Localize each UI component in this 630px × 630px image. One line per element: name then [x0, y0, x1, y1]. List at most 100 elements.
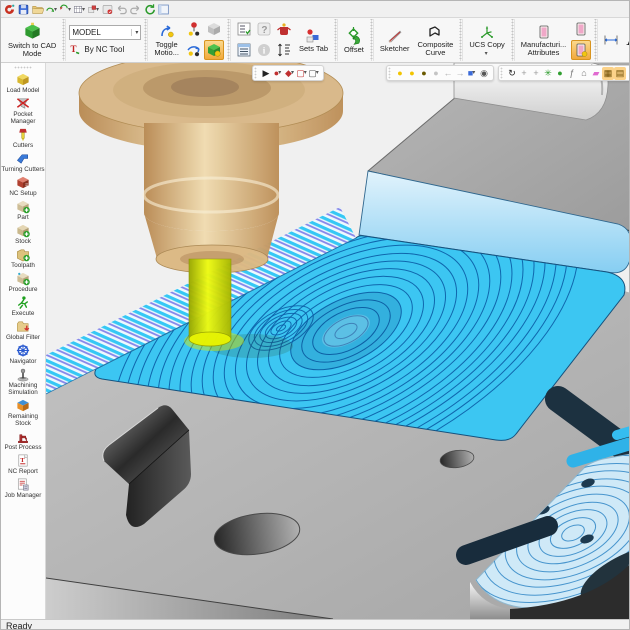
- vt-button-sim-globe[interactable]: ●: [554, 67, 566, 80]
- sidebar-item-toolpath[interactable]: Toolpath: [1, 246, 45, 270]
- vt-button-sim-feature[interactable]: ƒ: [566, 67, 578, 80]
- render-on-button[interactable]: [203, 40, 224, 60]
- menu-wireframe[interactable]: [218, 8, 228, 10]
- dropdown-caret-icon[interactable]: ▾: [82, 6, 85, 13]
- vt-button-select-lasso[interactable]: ◆ ▾: [284, 67, 296, 80]
- help-button[interactable]: ?: [254, 19, 274, 39]
- menu-view[interactable]: [208, 8, 218, 10]
- qat-button-workspace[interactable]: ▾: [87, 3, 100, 16]
- sidebar-item-stock[interactable]: Stock: [1, 222, 45, 246]
- qat-button-reload[interactable]: [143, 3, 156, 16]
- sidebar-item-post-process[interactable]: Post Process: [1, 428, 45, 452]
- vt-button-sim-stock-view[interactable]: ▦: [602, 66, 614, 80]
- attribute-plain-button[interactable]: [571, 19, 591, 39]
- vt-button-light-dim[interactable]: ●: [418, 67, 430, 80]
- switch-to-cad-mode-button[interactable]: Switch to CAD Mode: [5, 20, 59, 60]
- vt-button-sim-gray[interactable]: ●: [626, 67, 629, 80]
- offset-button[interactable]: Offset: [341, 24, 367, 56]
- vt-button-select-cursor[interactable]: ▶: [260, 67, 272, 80]
- toolbar-grip[interactable]: [254, 67, 258, 79]
- attribute-lamp-button[interactable]: [571, 40, 592, 60]
- dropdown-caret-icon[interactable]: ▾: [54, 6, 57, 13]
- viewport-3d-scene[interactable]: [46, 63, 629, 619]
- dropdown-caret-icon[interactable]: ▾: [291, 67, 294, 79]
- vt-button-select-box[interactable]: ▢ ▾: [308, 67, 320, 80]
- dropdown-caret-icon[interactable]: ▾: [96, 6, 99, 13]
- qat-button-view-grid[interactable]: ▾: [73, 3, 86, 16]
- vt-button-select-window[interactable]: ▢ ▾: [296, 67, 308, 80]
- menu-nc-process[interactable]: [238, 8, 248, 10]
- toggle-motion-button[interactable]: Toggle Motio...: [151, 22, 182, 59]
- 3d-viewport[interactable]: ▶●▾◆▾▢▾▢▾ ●●●●←→■▾◉ ↻++✳●ƒ⌂▰▦▤●✕▾: [46, 63, 629, 619]
- motion-lamps-button[interactable]: [184, 40, 204, 60]
- operation-list-button[interactable]: [234, 40, 254, 60]
- sidebar-item-procedure[interactable]: Procedure: [1, 270, 45, 294]
- vt-button-view-prev[interactable]: ←: [442, 67, 454, 80]
- dimension-rulers-button[interactable]: [274, 40, 294, 60]
- vt-button-view-cube[interactable]: ■ ▾: [466, 67, 478, 80]
- text-annotation-button[interactable]: A: [623, 28, 629, 52]
- menu-tools[interactable]: [258, 8, 268, 10]
- sidebar-item-pocket-manager[interactable]: Pocket Manager: [1, 95, 45, 126]
- menu-window[interactable]: [288, 8, 298, 10]
- vt-button-view-next[interactable]: →: [454, 67, 466, 80]
- sidebar-item-global-filter[interactable]: Global Filter: [1, 318, 45, 342]
- sidebar-item-load-model[interactable]: Load Model: [1, 71, 45, 95]
- qat-button-window-layout[interactable]: [157, 3, 170, 16]
- vt-button-sim-tool-green[interactable]: ✳: [542, 67, 554, 80]
- dimension-line-button[interactable]: [601, 30, 621, 50]
- sidebar-item-part[interactable]: Part: [1, 198, 45, 222]
- dropdown-caret-icon[interactable]: ▾: [316, 67, 319, 79]
- menu-nc-edit[interactable]: [198, 8, 208, 10]
- vt-button-light-on-1[interactable]: ●: [394, 67, 406, 80]
- by-nc-tool-button[interactable]: T By NC Tool: [69, 43, 124, 55]
- ucs-dropdown-icon[interactable]: ▾: [485, 50, 488, 57]
- menu-edit[interactable]: [188, 8, 198, 10]
- dropdown-caret-icon[interactable]: ▾: [472, 67, 475, 79]
- process-list-button[interactable]: [234, 19, 254, 39]
- model-selector[interactable]: MODEL ▾: [69, 25, 142, 40]
- dropdown-caret-icon[interactable]: ▾: [278, 67, 281, 79]
- vt-button-sim-rotate[interactable]: ↻: [506, 67, 518, 80]
- ucs-copy-button[interactable]: UCS Copy ▾: [466, 22, 507, 59]
- qat-button-options[interactable]: [101, 3, 114, 16]
- vt-button-ghost-view[interactable]: ●: [430, 67, 442, 80]
- pin-lamp-button[interactable]: [184, 19, 204, 39]
- dropdown-caret-icon[interactable]: ▾: [304, 67, 307, 79]
- vt-button-sim-axis-2[interactable]: +: [530, 67, 542, 80]
- menu-faces[interactable]: [228, 8, 238, 10]
- vt-button-light-on-2[interactable]: ●: [406, 67, 418, 80]
- menu-analysis[interactable]: [268, 8, 278, 10]
- vt-button-sim-home[interactable]: ⌂: [578, 67, 590, 80]
- sidebar-item-navigator[interactable]: Navigator: [1, 342, 45, 366]
- sidebar-item-execute[interactable]: Execute: [1, 294, 45, 318]
- qat-button-save[interactable]: [17, 3, 30, 16]
- vt-button-sim-fixture[interactable]: ▰: [590, 67, 602, 80]
- render-off-button[interactable]: [204, 19, 224, 39]
- qat-button-redo[interactable]: [129, 3, 142, 16]
- sidebar-item-machining-simulation[interactable]: Machining Simulation: [1, 366, 45, 397]
- sets-tab-button[interactable]: Sets Tab: [296, 26, 331, 55]
- sidebar-grip[interactable]: [14, 66, 32, 69]
- sidebar-item-cutters[interactable]: Cutters: [1, 126, 45, 150]
- info-button[interactable]: i: [254, 40, 274, 60]
- sidebar-item-nc-setup[interactable]: NC Setup: [1, 174, 45, 198]
- manufacturing-attributes-button[interactable]: Manufacturi... Attributes: [518, 22, 569, 59]
- menu-catalog[interactable]: [278, 8, 288, 10]
- sidebar-item-job-manager[interactable]: Job Manager: [1, 476, 45, 500]
- qat-button-open[interactable]: [31, 3, 44, 16]
- vt-button-sim-axis-1[interactable]: +: [518, 67, 530, 80]
- qat-button-undo[interactable]: [115, 3, 128, 16]
- sidebar-item-remaining-stock[interactable]: Remaining Stock: [1, 397, 45, 428]
- fill-tool-button[interactable]: [274, 19, 294, 39]
- dropdown-caret-icon[interactable]: ▾: [68, 6, 71, 13]
- sketcher-button[interactable]: Sketcher: [377, 26, 413, 55]
- combo-dropdown-icon[interactable]: ▾: [131, 29, 138, 36]
- toolbar-grip[interactable]: [500, 67, 504, 79]
- sidebar-item-turning-cutters[interactable]: Turning Cutters: [1, 150, 45, 174]
- menu-file[interactable]: [178, 8, 188, 10]
- qat-button-app-logo[interactable]: [3, 3, 16, 16]
- qat-button-import-model[interactable]: ▾: [45, 3, 58, 16]
- vt-button-select-face[interactable]: ● ▾: [272, 67, 284, 80]
- vt-button-sim-target-view[interactable]: ▤: [614, 66, 626, 80]
